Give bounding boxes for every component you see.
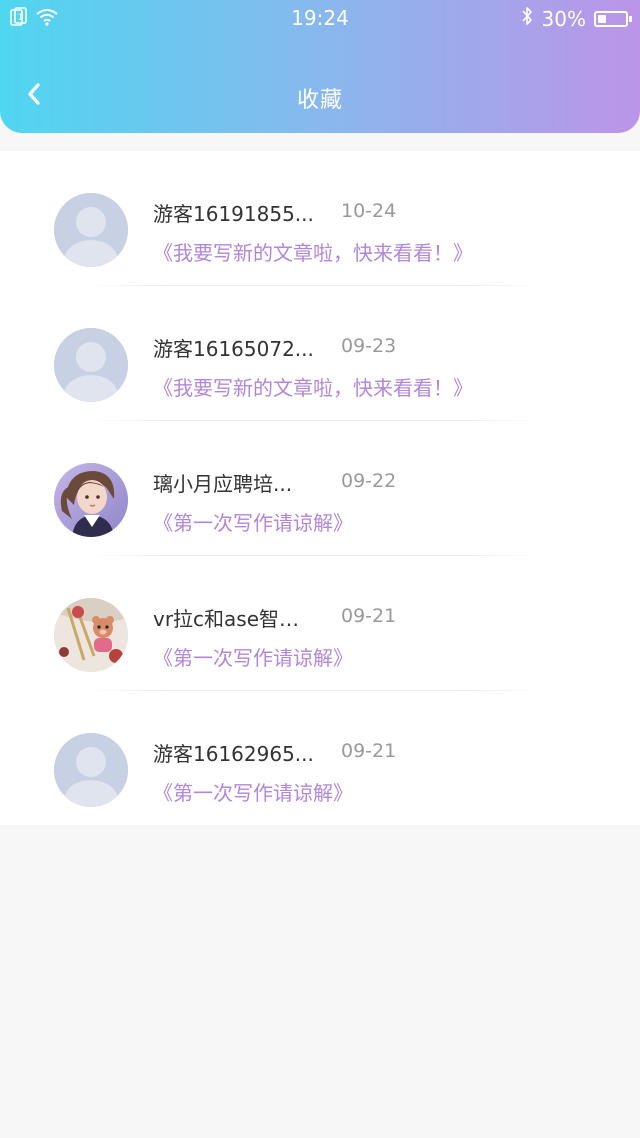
battery-percent: 30% <box>541 6 586 31</box>
app-header: 1 19:24 30% 收藏 <box>0 0 640 133</box>
paperclip-bear-avatar[interactable] <box>54 598 128 672</box>
article-title-link[interactable]: 《我要写新的文章啦，快来看看！》 <box>153 237 473 266</box>
author-name: 游客16165072... <box>153 337 314 361</box>
favorite-item[interactable]: 璃小月应聘培... 09-22 《第一次写作请谅解》 <box>0 421 640 556</box>
author-name: 游客16162965... <box>153 742 314 766</box>
default-avatar[interactable] <box>54 733 128 807</box>
status-bar: 1 19:24 30% <box>0 0 640 36</box>
favorite-date: 09-21 <box>341 740 397 762</box>
article-title-link[interactable]: 《第一次写作请谅解》 <box>153 507 353 536</box>
author-name: 游客16191855... <box>153 202 314 226</box>
favorite-date: 09-23 <box>341 335 397 357</box>
author-name: 璃小月应聘培... <box>153 472 293 496</box>
favorite-item[interactable]: 游客16162965... 09-21 《第一次写作请谅解》 <box>0 691 640 826</box>
page-title: 收藏 <box>296 88 343 113</box>
battery-icon <box>594 10 632 27</box>
favorite-date: 10-24 <box>341 200 397 222</box>
illustrated-girl-avatar[interactable] <box>54 463 128 537</box>
favorite-date: 09-22 <box>341 470 397 492</box>
article-title-link[interactable]: 《第一次写作请谅解》 <box>153 642 353 671</box>
favorite-item[interactable]: 游客16165072... 09-23 《我要写新的文章啦，快来看看！》 <box>0 286 640 421</box>
battery-level <box>598 14 606 23</box>
status-right: 30% <box>520 6 632 31</box>
default-avatar[interactable] <box>54 328 128 402</box>
favorite-item[interactable]: vr拉c和ase智能... 09-21 《第一次写作请谅解》 <box>0 556 640 691</box>
favorite-date: 09-21 <box>341 605 397 627</box>
article-title-link[interactable]: 《我要写新的文章啦，快来看看！》 <box>153 372 473 401</box>
author-name: vr拉c和ase智能... <box>153 607 315 631</box>
article-title-link[interactable]: 《第一次写作请谅解》 <box>153 777 353 806</box>
favorite-item[interactable]: 游客16191855... 10-24 《我要写新的文章啦，快来看看！》 <box>0 151 640 286</box>
default-avatar[interactable] <box>54 193 128 267</box>
favorites-list: 游客16191855... 10-24 《我要写新的文章啦，快来看看！》 游客1616… <box>0 151 640 825</box>
bluetooth-icon <box>520 6 534 31</box>
